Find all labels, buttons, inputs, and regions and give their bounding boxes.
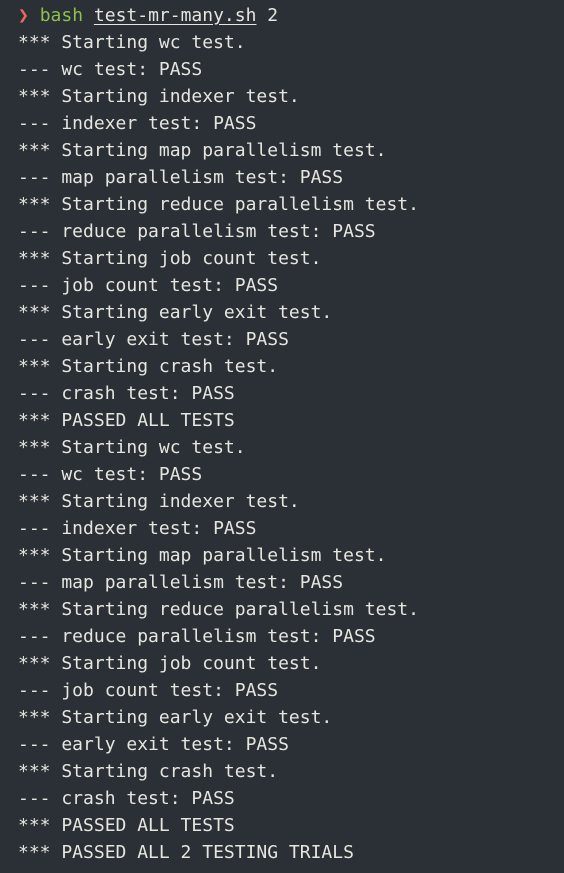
output-line: --- indexer test: PASS <box>18 518 257 539</box>
output-line-final-summary: *** PASSED ALL 2 TESTING TRIALS <box>18 842 354 863</box>
output-line: *** Starting job count test. <box>18 248 322 269</box>
output-line: *** Starting early exit test. <box>18 707 333 728</box>
output-line: --- crash test: PASS <box>18 383 235 404</box>
output-line: *** Starting indexer test. <box>18 491 300 512</box>
output-line: --- job count test: PASS <box>18 680 279 701</box>
output-line: --- map parallelism test: PASS <box>18 572 344 593</box>
output-line: --- early exit test: PASS <box>18 329 289 350</box>
output-line: --- map parallelism test: PASS <box>18 167 344 188</box>
output-line: *** Starting job count test. <box>18 653 322 674</box>
output-line: --- indexer test: PASS <box>18 113 257 134</box>
output-line: *** Starting crash test. <box>18 356 279 377</box>
output-line: *** Starting wc test. <box>18 32 246 53</box>
prompt-arrow-icon: ❯ <box>18 5 29 26</box>
output-line: --- crash test: PASS <box>18 788 235 809</box>
command-name: bash <box>39 5 84 26</box>
output-line: --- early exit test: PASS <box>18 734 289 755</box>
output-line: --- job count test: PASS <box>18 275 279 296</box>
output-line: *** PASSED ALL TESTS <box>18 815 235 836</box>
output-line: *** Starting wc test. <box>18 437 246 458</box>
command-prompt-line: ❯ bash test-mr-many.sh 2 <box>18 2 564 29</box>
output-line: --- reduce parallelism test: PASS <box>18 626 376 647</box>
output-line: *** Starting early exit test. <box>18 302 333 323</box>
script-name[interactable]: test-mr-many.sh <box>94 5 257 26</box>
output-line: *** Starting indexer test. <box>18 86 300 107</box>
output-line: *** Starting map parallelism test. <box>18 545 387 566</box>
output-line: *** PASSED ALL TESTS <box>18 410 235 431</box>
output-line: *** Starting map parallelism test. <box>18 140 387 161</box>
output-line: *** Starting crash test. <box>18 761 279 782</box>
output-line: *** Starting reduce parallelism test. <box>18 194 419 215</box>
output-line: *** Starting reduce parallelism test. <box>18 599 419 620</box>
terminal-window[interactable]: ❯ bash test-mr-many.sh 2 *** Starting wc… <box>0 0 564 873</box>
output-line: --- reduce parallelism test: PASS <box>18 221 376 242</box>
output-line: --- wc test: PASS <box>18 464 203 485</box>
output-line: --- wc test: PASS <box>18 59 203 80</box>
command-argument: 2 <box>267 5 279 26</box>
